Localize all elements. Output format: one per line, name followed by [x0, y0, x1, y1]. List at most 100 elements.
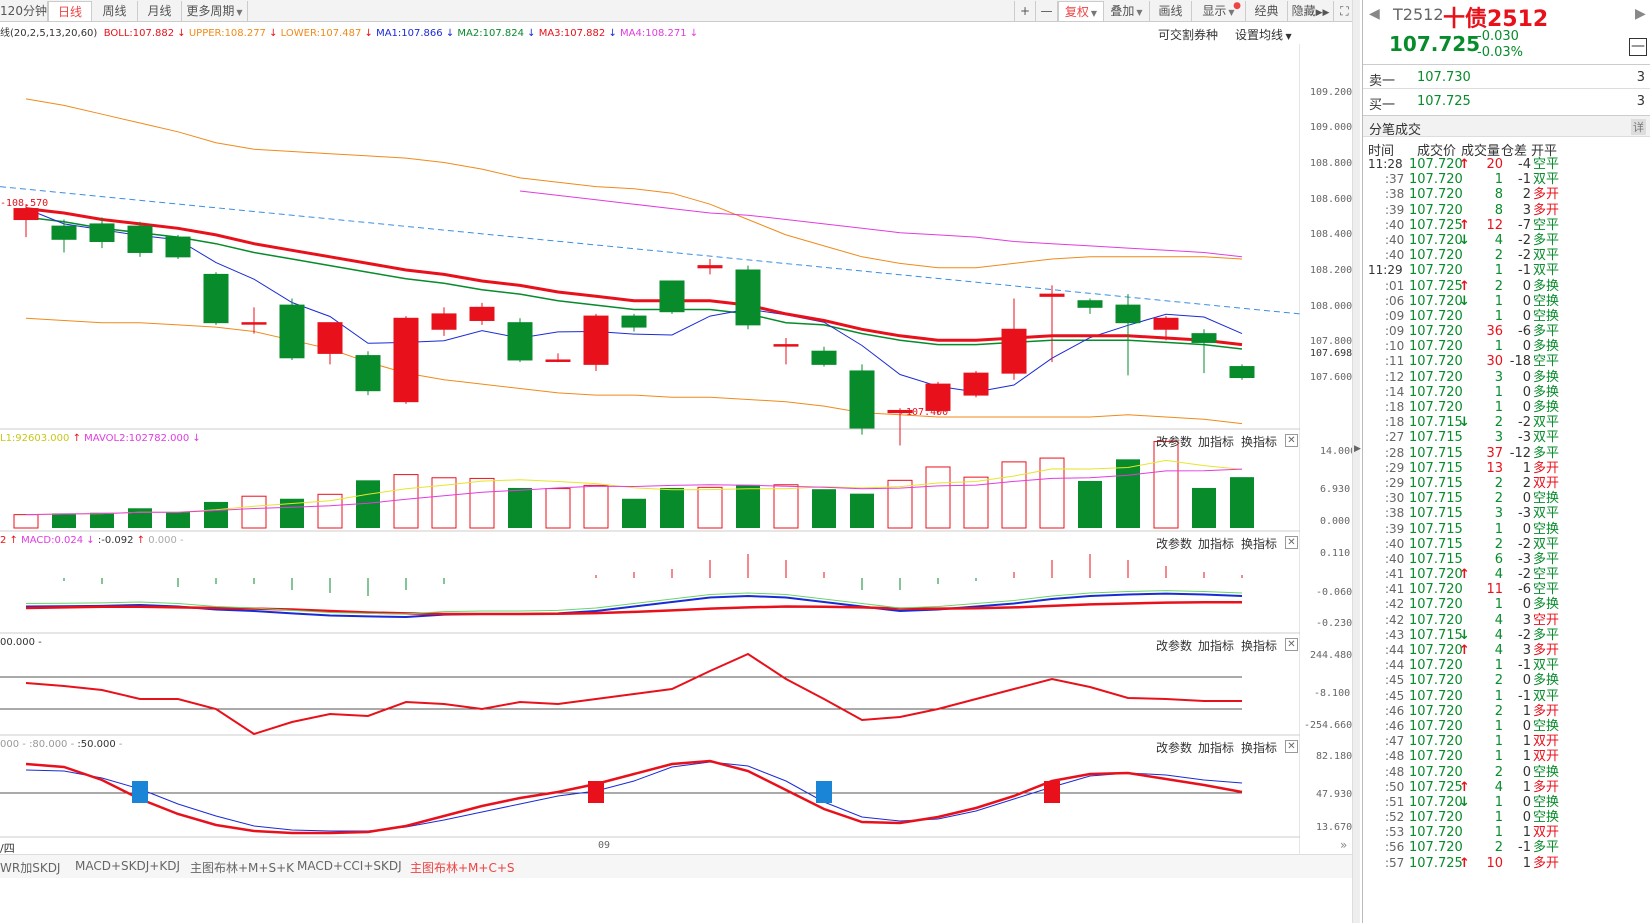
trade-oi-diff: 3: [1522, 612, 1531, 628]
trade-time: :14: [1385, 384, 1405, 399]
trade-price: 107.720: [1409, 369, 1463, 385]
double-chevron-right-icon[interactable]: »: [1340, 838, 1347, 852]
arrow-up-icon: ↑: [6, 535, 22, 546]
trade-oi-diff: 0: [1522, 278, 1531, 294]
trade-price: 107.720: [1409, 248, 1463, 264]
kline-chart-area[interactable]: [0, 44, 1300, 854]
tab-boll-m-c-s[interactable]: 主图布林+M+C+S: [410, 859, 515, 876]
tab-boll-m-s-k[interactable]: 主图布林+M+S+K: [190, 859, 294, 876]
tab-wr-skdj[interactable]: WR加SKDJ: [0, 859, 60, 876]
trade-direction-icon: ↑: [1459, 157, 1470, 172]
candle-body: [545, 359, 571, 362]
trade-volume: 2: [1494, 840, 1503, 856]
trade-type: 双平: [1533, 536, 1560, 552]
prev-contract-icon[interactable]: ◀: [1369, 6, 1380, 22]
kdj-params-button[interactable]: 改参数: [1156, 739, 1192, 756]
volume-bar: [1078, 480, 1102, 528]
detail-button[interactable]: 详: [1631, 119, 1646, 135]
arrow-down-icon: ↓: [265, 28, 281, 39]
trade-oi-diff: -4: [1518, 157, 1531, 172]
trade-price: 107.720: [1409, 293, 1463, 309]
vol-swap-indicator-button[interactable]: 换指标: [1241, 433, 1277, 450]
quote-panel: ◀ T2512 十债2512 ▶ 107.725 -0.030 -0.03% —…: [1362, 0, 1650, 923]
trade-row: :52 107.720 1 0 空换: [1363, 810, 1650, 825]
ma-settings-dropdown[interactable]: 设置均线 ▼: [1235, 26, 1292, 43]
cci-swap-indicator-button[interactable]: 换指标: [1241, 637, 1277, 654]
trade-row: :27 107.715 3 -3 双平: [1363, 430, 1650, 445]
trade-oi-diff: -1: [1518, 688, 1531, 704]
macd-add-indicator-button[interactable]: 加指标: [1198, 535, 1234, 552]
trade-volume: 3: [1494, 506, 1503, 522]
macd-swap-indicator-button[interactable]: 换指标: [1241, 535, 1277, 552]
trade-row: :37 107.720 1 -1 双平: [1363, 172, 1650, 187]
vol-params-button[interactable]: 改参数: [1156, 433, 1192, 450]
cci-add-indicator-button[interactable]: 加指标: [1198, 637, 1234, 654]
trade-price: 107.720: [1409, 308, 1463, 324]
kdj-add-indicator-button[interactable]: 加指标: [1198, 739, 1234, 756]
hide-button[interactable]: 隐藏▶▶: [1288, 1, 1334, 21]
trade-oi-diff: 0: [1522, 810, 1531, 826]
collapse-arrow-icon[interactable]: ▶: [1354, 444, 1361, 454]
trade-price: 107.720: [1409, 400, 1463, 415]
tradable-bonds-button[interactable]: 可交割券种: [1158, 26, 1218, 43]
more-periods-dropdown[interactable]: 更多周期 ▼: [182, 1, 248, 21]
minimize-icon[interactable]: —: [1629, 38, 1647, 56]
trade-time: :50: [1385, 779, 1405, 794]
candle-body: [735, 269, 761, 326]
trade-volume: 12: [1486, 217, 1503, 233]
trade-type: 多换: [1533, 278, 1560, 294]
trade-oi-diff: -18: [1509, 354, 1531, 370]
tab-macd-cci-skdj[interactable]: MACD+CCI+SKDJ: [297, 859, 402, 873]
close-icon[interactable]: ✕: [1285, 434, 1298, 447]
trade-price: 107.720: [1409, 384, 1463, 400]
tab-monthly[interactable]: 月线: [138, 1, 182, 21]
trade-oi-diff: 0: [1522, 293, 1531, 309]
candle-body: [849, 370, 875, 429]
trade-volume: 2: [1494, 278, 1503, 294]
ticks-columns: 时间 成交价 成交量 仓差 开平: [1363, 140, 1650, 159]
classic-button[interactable]: 经典: [1246, 1, 1288, 21]
trade-volume: 1: [1494, 384, 1503, 400]
trade-volume: 1: [1494, 400, 1503, 415]
volume-bar: [545, 488, 571, 529]
trade-oi-diff: 2: [1522, 475, 1531, 491]
trade-time: :29: [1385, 475, 1405, 490]
trade-type: 空换: [1533, 293, 1560, 309]
draw-line-button[interactable]: 画线: [1150, 1, 1192, 21]
trade-volume: 11: [1486, 582, 1503, 598]
trade-price: 107.720: [1409, 658, 1463, 674]
trade-row: :29 107.715 2 2 双开: [1363, 476, 1650, 491]
overlay-dropdown[interactable]: 叠加 ▼: [1104, 1, 1150, 21]
macd-params-button[interactable]: 改参数: [1156, 535, 1192, 552]
cci-params-button[interactable]: 改参数: [1156, 637, 1192, 654]
tab-weekly[interactable]: 周线: [92, 1, 138, 21]
trade-row: :39 107.720 8 3 多开: [1363, 203, 1650, 218]
trade-time: :41: [1385, 582, 1405, 597]
trade-price: 107.715: [1409, 491, 1463, 507]
panel-splitter[interactable]: ▶: [1352, 0, 1361, 923]
zoom-in-button[interactable]: +: [1014, 1, 1036, 21]
trade-type: 多开: [1533, 643, 1560, 658]
bid-volume: 3: [1636, 94, 1645, 109]
trade-oi-diff: 0: [1522, 369, 1531, 385]
vol-add-indicator-button[interactable]: 加指标: [1198, 433, 1234, 450]
macd-signal-line: [25, 590, 1243, 615]
trade-type: 空换: [1533, 491, 1560, 507]
tab-macd-skdj-kdj[interactable]: MACD+SKDJ+KDJ: [75, 859, 180, 873]
next-contract-icon[interactable]: ▶: [1635, 6, 1646, 22]
trade-time: :45: [1385, 688, 1405, 703]
close-icon[interactable]: ✕: [1285, 536, 1298, 549]
trade-row: :57 107.725 ↑ 10 1 多开: [1363, 856, 1650, 871]
trade-row: :45 107.720 1 -1 双平: [1363, 689, 1650, 704]
display-dropdown[interactable]: 显示 ▼ ●: [1192, 1, 1246, 21]
trade-row: :18 107.715 ↓ 2 -2 双平: [1363, 415, 1650, 430]
zoom-out-button[interactable]: —: [1036, 1, 1058, 21]
tab-daily[interactable]: 日线: [48, 1, 92, 21]
restore-rights-dropdown[interactable]: 复权 ▼: [1058, 1, 1104, 21]
trade-price: 107.720: [1409, 825, 1463, 841]
close-icon[interactable]: ✕: [1285, 740, 1298, 753]
close-icon[interactable]: ✕: [1285, 638, 1298, 651]
trade-row: :28 107.715 37 -12 多平: [1363, 446, 1650, 461]
tab-120min[interactable]: 120分钟: [0, 1, 48, 21]
kdj-swap-indicator-button[interactable]: 换指标: [1241, 739, 1277, 756]
